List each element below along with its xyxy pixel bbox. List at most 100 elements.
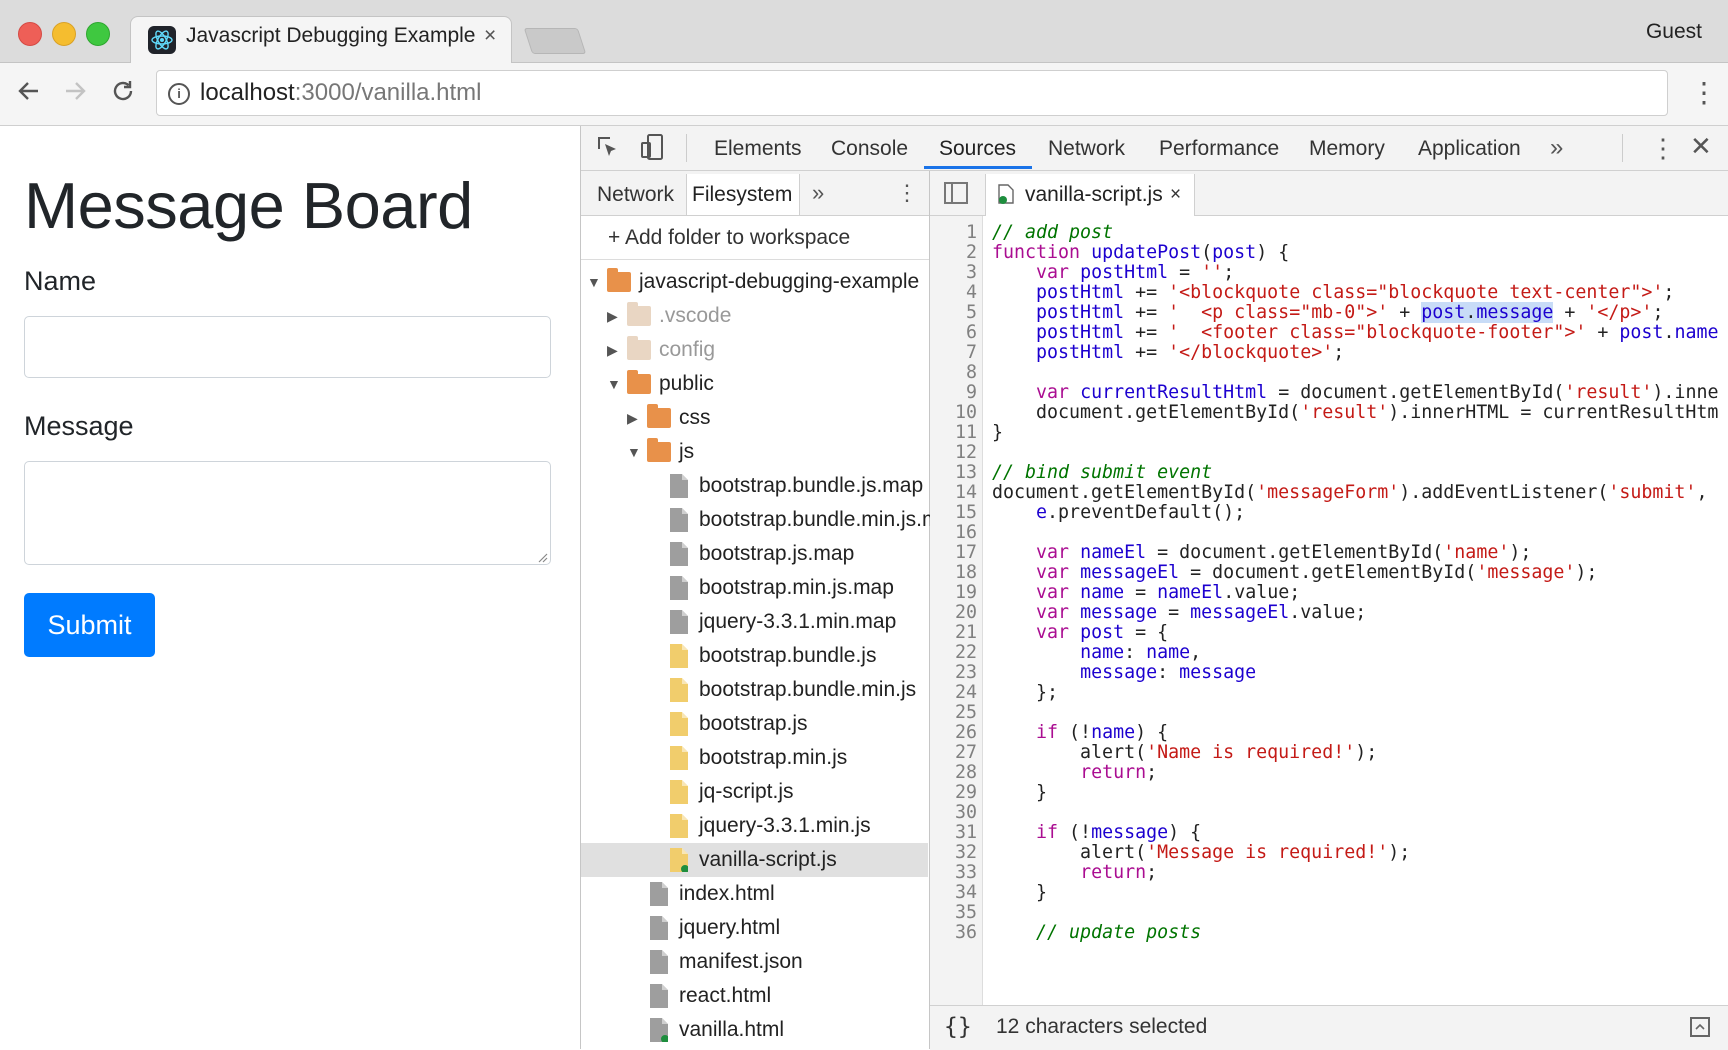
line-number[interactable]: 4 bbox=[930, 282, 977, 304]
tree-file[interactable]: bootstrap.bundle.js bbox=[581, 639, 928, 673]
inspect-element-icon[interactable] bbox=[596, 135, 620, 159]
line-number[interactable]: 22 bbox=[930, 642, 977, 664]
tree-file[interactable]: bootstrap.js bbox=[581, 707, 928, 741]
line-number[interactable]: 9 bbox=[930, 382, 977, 404]
tree-file[interactable]: bootstrap.min.js.map bbox=[581, 571, 928, 605]
line-number[interactable]: 13 bbox=[930, 462, 977, 484]
tree-file[interactable]: bootstrap.bundle.min.js.map bbox=[581, 503, 963, 537]
line-number[interactable]: 7 bbox=[930, 342, 977, 364]
collapsed-triangle-icon[interactable]: ▶ bbox=[607, 299, 621, 333]
collapsed-triangle-icon[interactable]: ▶ bbox=[627, 401, 641, 435]
line-number[interactable]: 2 bbox=[930, 242, 977, 264]
tree-file[interactable]: bootstrap.bundle.min.js bbox=[581, 673, 928, 707]
tree-folder[interactable]: ▼ public bbox=[581, 367, 928, 401]
line-number[interactable]: 3 bbox=[930, 262, 977, 284]
submit-button[interactable]: Submit bbox=[24, 593, 155, 657]
line-number[interactable]: 27 bbox=[930, 742, 977, 764]
tree-folder[interactable]: ▶ .vscode bbox=[581, 299, 928, 333]
line-number[interactable]: 15 bbox=[930, 502, 977, 524]
back-arrow-icon[interactable] bbox=[16, 78, 42, 110]
tree-folder[interactable]: ▼ js bbox=[581, 435, 928, 469]
tree-file[interactable]: jq-script.js bbox=[581, 775, 928, 809]
line-number[interactable]: 5 bbox=[930, 302, 977, 324]
line-number[interactable]: 23 bbox=[930, 662, 977, 684]
editor-tab-close-icon[interactable]: × bbox=[1170, 184, 1181, 206]
line-number[interactable]: 10 bbox=[930, 402, 977, 424]
tree-file[interactable]: bootstrap.bundle.js.map bbox=[581, 469, 928, 503]
tab-network[interactable]: Network bbox=[1048, 137, 1125, 161]
more-tabs-chevron-icon[interactable]: » bbox=[1550, 134, 1563, 162]
tree-file[interactable]: bootstrap.js.map bbox=[581, 537, 928, 571]
window-close-button[interactable] bbox=[18, 22, 42, 46]
line-number[interactable]: 6 bbox=[930, 322, 977, 344]
device-toolbar-icon[interactable] bbox=[640, 133, 664, 161]
navigator-menu-icon[interactable]: ⋮ bbox=[896, 180, 918, 206]
close-tab-icon[interactable]: × bbox=[484, 24, 496, 48]
line-number[interactable]: 30 bbox=[930, 802, 977, 824]
line-number[interactable]: 8 bbox=[930, 362, 977, 384]
coverage-icon[interactable] bbox=[1690, 1017, 1710, 1037]
forward-arrow-icon[interactable] bbox=[62, 78, 88, 110]
line-number[interactable]: 21 bbox=[930, 622, 977, 644]
line-number[interactable]: 31 bbox=[930, 822, 977, 844]
code-editor[interactable]: 1 // add post 2 function updatePost(post) {… bbox=[930, 222, 1728, 1004]
tab-performance[interactable]: Performance bbox=[1159, 137, 1279, 161]
expanded-triangle-icon[interactable]: ▼ bbox=[607, 367, 621, 401]
tree-file[interactable]: jquery-3.3.1.min.js bbox=[581, 809, 928, 843]
window-maximize-button[interactable] bbox=[86, 22, 110, 46]
tree-file[interactable]: bootstrap.min.js bbox=[581, 741, 928, 775]
line-number[interactable]: 14 bbox=[930, 482, 977, 504]
name-input[interactable] bbox=[24, 316, 551, 378]
toggle-navigator-icon[interactable] bbox=[944, 182, 968, 204]
browser-menu-icon[interactable]: ⋮ bbox=[1690, 76, 1718, 109]
site-info-icon[interactable]: i bbox=[168, 83, 190, 105]
tab-elements[interactable]: Elements bbox=[714, 137, 802, 161]
line-number[interactable]: 34 bbox=[930, 882, 977, 904]
navigator-tab-network[interactable]: Network bbox=[597, 183, 674, 207]
line-number[interactable]: 36 bbox=[930, 922, 977, 944]
url-text[interactable]: localhost:3000/vanilla.html bbox=[200, 79, 482, 107]
tree-folder[interactable]: ▶ config bbox=[581, 333, 928, 367]
line-number[interactable]: 20 bbox=[930, 602, 977, 624]
line-number[interactable]: 19 bbox=[930, 582, 977, 604]
devtools-close-icon[interactable]: ✕ bbox=[1690, 131, 1712, 162]
profile-label[interactable]: Guest bbox=[1646, 20, 1702, 44]
add-folder-to-workspace-button[interactable]: + Add folder to workspace bbox=[608, 226, 850, 250]
line-number[interactable]: 12 bbox=[930, 442, 977, 464]
expanded-triangle-icon[interactable]: ▼ bbox=[587, 265, 601, 299]
resize-handle-icon[interactable] bbox=[536, 550, 548, 563]
tree-folder[interactable]: ▶ css bbox=[581, 401, 928, 435]
tree-file[interactable]: jquery-3.3.1.min.map bbox=[581, 605, 928, 639]
line-number[interactable]: 33 bbox=[930, 862, 977, 884]
line-number[interactable]: 29 bbox=[930, 782, 977, 804]
line-number[interactable]: 35 bbox=[930, 902, 977, 924]
navigator-tab-filesystem[interactable]: Filesystem bbox=[692, 183, 792, 207]
tree-file[interactable]: manifest.json bbox=[581, 945, 928, 979]
line-number[interactable]: 16 bbox=[930, 522, 977, 544]
line-number[interactable]: 28 bbox=[930, 762, 977, 784]
window-minimize-button[interactable] bbox=[52, 22, 76, 46]
tab-console[interactable]: Console bbox=[831, 137, 908, 161]
line-number[interactable]: 17 bbox=[930, 542, 977, 564]
tree-file[interactable]: jquery.html bbox=[581, 911, 928, 945]
tab-sources[interactable]: Sources bbox=[939, 137, 1016, 161]
devtools-menu-icon[interactable]: ⋮ bbox=[1650, 133, 1676, 164]
reload-icon[interactable] bbox=[110, 78, 136, 110]
new-tab-button[interactable] bbox=[523, 28, 587, 54]
tree-folder[interactable]: ▼ javascript-debugging-example bbox=[581, 265, 928, 299]
message-textarea[interactable] bbox=[24, 461, 551, 565]
tab-memory[interactable]: Memory bbox=[1309, 137, 1385, 161]
line-number[interactable]: 11 bbox=[930, 422, 977, 444]
line-number[interactable]: 32 bbox=[930, 842, 977, 864]
line-number[interactable]: 26 bbox=[930, 722, 977, 744]
tree-file[interactable]: vanilla-script.js bbox=[581, 843, 928, 877]
collapsed-triangle-icon[interactable]: ▶ bbox=[607, 333, 621, 367]
line-number[interactable]: 1 bbox=[930, 222, 977, 244]
line-number[interactable]: 18 bbox=[930, 562, 977, 584]
tab-application[interactable]: Application bbox=[1418, 137, 1521, 161]
pretty-print-icon[interactable]: {} bbox=[944, 1014, 972, 1040]
expanded-triangle-icon[interactable]: ▼ bbox=[627, 435, 641, 469]
tree-file[interactable]: index.html bbox=[581, 877, 928, 911]
tree-file[interactable]: react.html bbox=[581, 979, 928, 1013]
line-number[interactable]: 24 bbox=[930, 682, 977, 704]
